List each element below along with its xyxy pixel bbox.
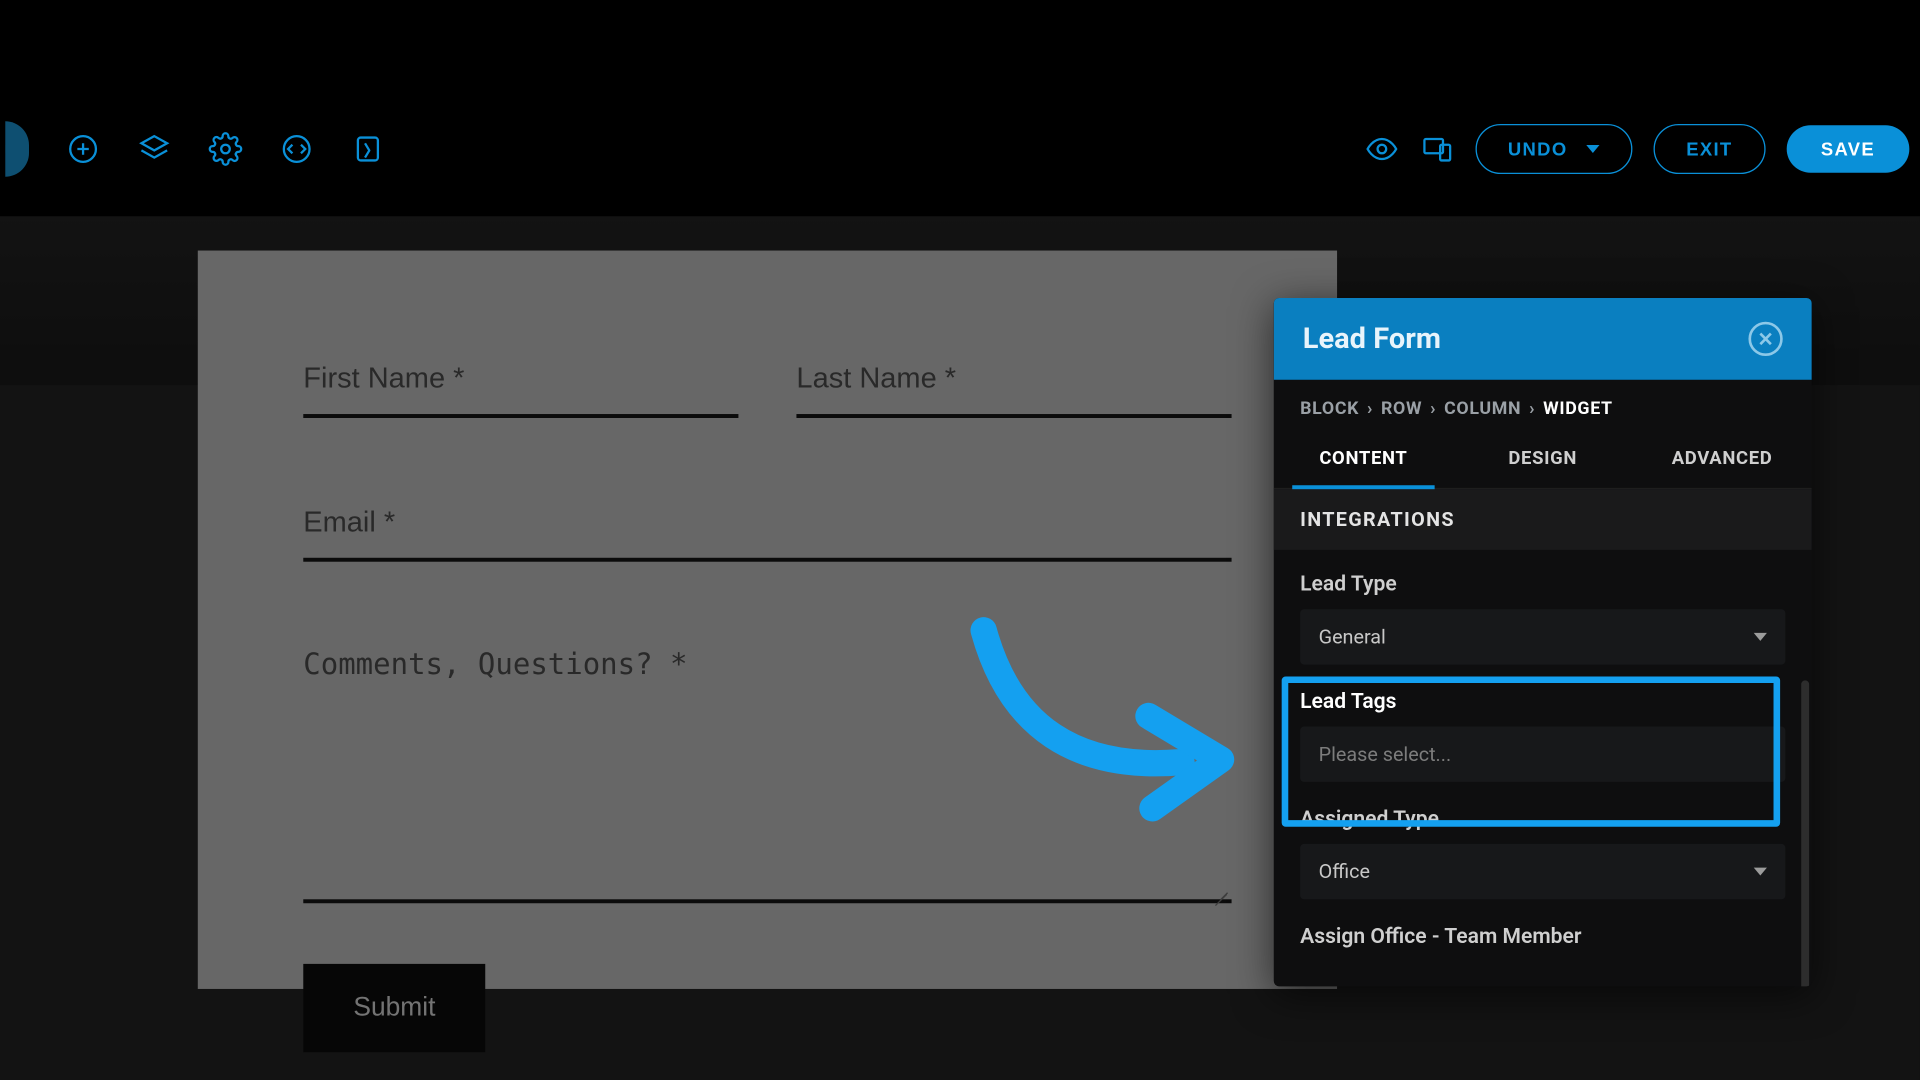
assigned-type-value: Office	[1319, 860, 1370, 884]
lead-tags-label: Lead Tags	[1300, 688, 1785, 713]
lead-type-group: Lead Type General	[1300, 571, 1785, 665]
tab-design[interactable]: DESIGN	[1453, 433, 1632, 488]
gear-icon[interactable]	[208, 132, 242, 166]
chevron-down-icon	[1754, 868, 1767, 876]
devices-icon[interactable]	[1420, 132, 1454, 166]
panel-title: Lead Form	[1303, 322, 1441, 355]
breadcrumb: BLOCK›ROW›COLUMN›WIDGET	[1274, 380, 1812, 433]
resize-handle-icon[interactable]	[1210, 882, 1228, 900]
widget-settings-panel: Lead Form BLOCK›ROW›COLUMN›WIDGET CONTEN…	[1274, 298, 1812, 986]
assigned-type-select[interactable]: Office	[1300, 844, 1785, 899]
preview-eye-icon[interactable]	[1364, 132, 1398, 166]
tab-content[interactable]: CONTENT	[1274, 433, 1453, 488]
submit-button[interactable]: Submit	[303, 964, 485, 1052]
seo-icon[interactable]	[351, 132, 385, 166]
panel-header: Lead Form	[1274, 298, 1812, 380]
code-icon[interactable]	[280, 132, 314, 166]
exit-button[interactable]: EXIT	[1653, 124, 1765, 174]
section-integrations[interactable]: INTEGRATIONS	[1274, 489, 1812, 550]
save-button[interactable]: SAVE	[1787, 125, 1910, 172]
lead-tags-select[interactable]: Please select...	[1300, 727, 1785, 782]
assign-office-label: Assign Office - Team Member	[1300, 923, 1785, 948]
panel-tabs: CONTENT DESIGN ADVANCED	[1274, 433, 1812, 490]
chevron-down-icon	[1754, 633, 1767, 641]
last-name-input[interactable]	[796, 351, 1231, 418]
panel-scrollbar[interactable]	[1801, 680, 1809, 986]
lead-type-label: Lead Type	[1300, 571, 1785, 596]
breadcrumb-column[interactable]: COLUMN	[1444, 398, 1521, 419]
tab-advanced[interactable]: ADVANCED	[1632, 433, 1811, 488]
assigned-type-label: Assigned Type	[1300, 806, 1785, 831]
lead-type-value: General	[1319, 625, 1386, 649]
email-input[interactable]	[303, 494, 1231, 561]
exit-label: EXIT	[1686, 138, 1732, 159]
arrow-annotation	[957, 617, 1234, 828]
close-icon[interactable]	[1748, 322, 1782, 356]
assign-office-group: Assign Office - Team Member	[1300, 923, 1785, 948]
assigned-type-group: Assigned Type Office	[1300, 806, 1785, 900]
breadcrumb-widget[interactable]: WIDGET	[1543, 398, 1613, 419]
toolbar-edge-pill[interactable]	[5, 121, 29, 176]
add-icon[interactable]	[66, 132, 100, 166]
lead-tags-placeholder: Please select...	[1319, 742, 1452, 766]
undo-button[interactable]: UNDO	[1475, 124, 1632, 174]
chevron-down-icon	[1586, 145, 1599, 153]
first-name-input[interactable]	[303, 351, 738, 418]
layers-icon[interactable]	[137, 132, 171, 166]
undo-label: UNDO	[1508, 138, 1568, 159]
editor-toolbar: UNDO EXIT SAVE	[0, 108, 1920, 190]
lead-tags-group: Lead Tags Please select...	[1300, 688, 1785, 782]
breadcrumb-block[interactable]: BLOCK	[1300, 398, 1359, 419]
breadcrumb-row[interactable]: ROW	[1381, 398, 1422, 419]
lead-type-select[interactable]: General	[1300, 609, 1785, 664]
